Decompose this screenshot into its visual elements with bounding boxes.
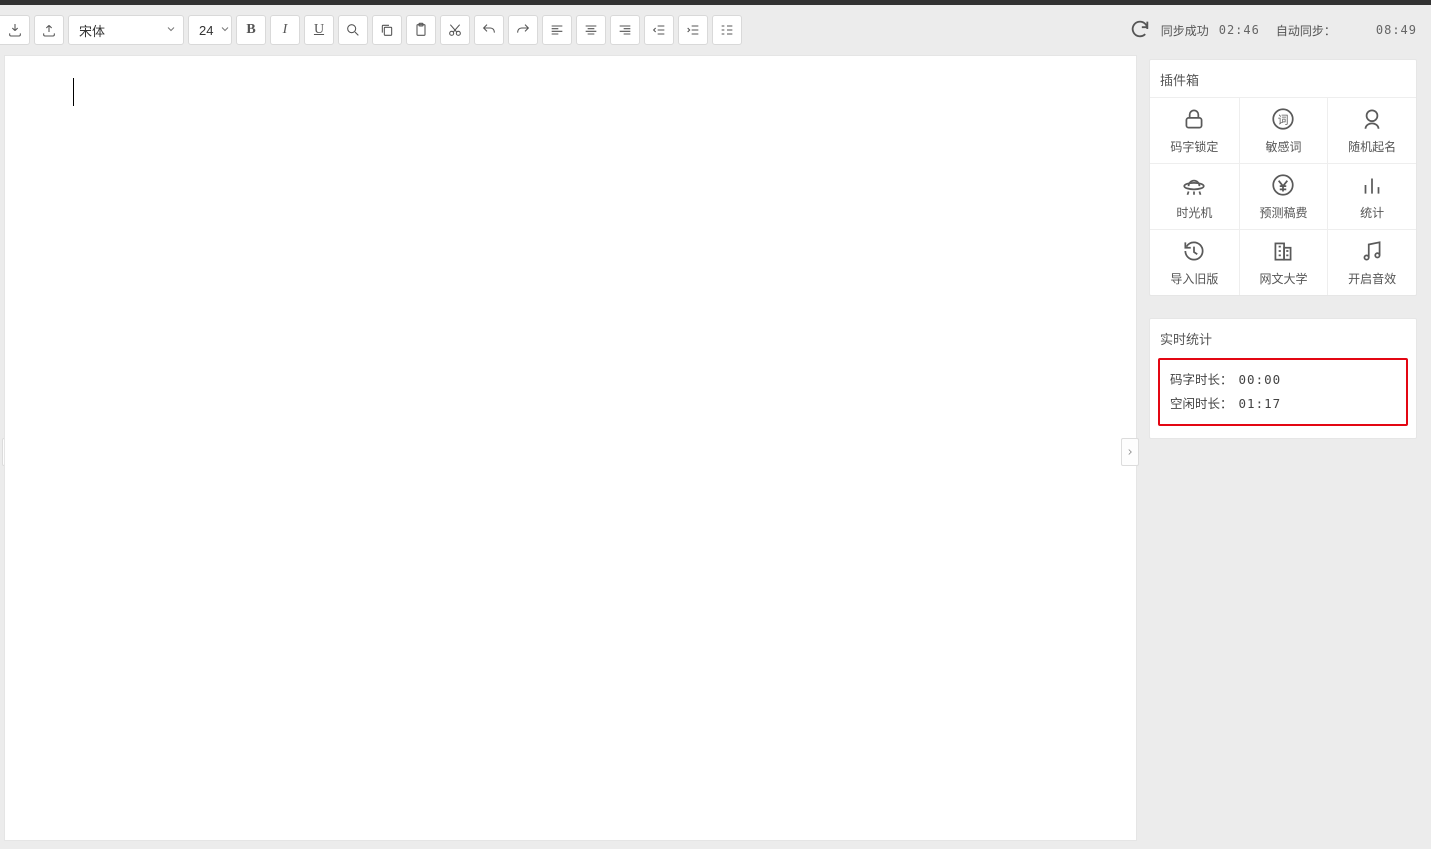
- idle-time-row: 空闲时长： 01:17: [1170, 392, 1396, 416]
- typing-time-row: 码字时长： 00:00: [1170, 368, 1396, 392]
- toolbar: 宋体 24 B I U 同步成功 02:46 自动同步： 08:49: [0, 5, 1431, 55]
- chevron-down-icon: [219, 23, 231, 38]
- bold-button[interactable]: B: [236, 15, 266, 45]
- plugin-time-machine[interactable]: 时光机: [1150, 163, 1239, 229]
- indent-increase-button[interactable]: [678, 15, 708, 45]
- font-family-value: 宋体: [79, 21, 105, 40]
- plugin-sensitive-words[interactable]: 词 敏感词: [1239, 97, 1328, 163]
- plugin-academy[interactable]: 网文大学: [1239, 229, 1328, 295]
- idle-time-label: 空闲时长：: [1170, 392, 1233, 416]
- plugin-label: 时光机: [1176, 204, 1212, 221]
- typing-time-label: 码字时长：: [1170, 368, 1233, 392]
- idle-time-value: 01:17: [1239, 392, 1282, 416]
- auto-sync-label: 自动同步：: [1276, 22, 1336, 39]
- plugin-label: 网文大学: [1259, 270, 1307, 287]
- line-spacing-button[interactable]: [712, 15, 742, 45]
- plugin-random-name[interactable]: 随机起名: [1327, 97, 1416, 163]
- align-right-button[interactable]: [610, 15, 640, 45]
- italic-button[interactable]: I: [270, 15, 300, 45]
- font-size-select[interactable]: 24: [188, 15, 232, 45]
- building-icon: [1270, 238, 1296, 264]
- export-button[interactable]: [34, 15, 64, 45]
- plugin-lock[interactable]: 码字锁定: [1150, 97, 1239, 163]
- font-size-value: 24: [199, 23, 213, 38]
- editor-column: [0, 55, 1141, 849]
- person-icon: [1359, 106, 1385, 132]
- history-icon: [1181, 238, 1207, 264]
- bar-chart-icon: [1359, 172, 1385, 198]
- plugin-label: 统计: [1360, 204, 1384, 221]
- paste-button[interactable]: [406, 15, 436, 45]
- yen-icon: [1270, 172, 1296, 198]
- font-family-select[interactable]: 宋体: [68, 15, 184, 45]
- text-cursor: [73, 78, 74, 106]
- plugin-import-old[interactable]: 导入旧版: [1150, 229, 1239, 295]
- right-sidebar: 插件箱 码字锁定 词 敏感词 随机起名 时光机: [1141, 55, 1431, 849]
- sync-time: 02:46: [1219, 23, 1260, 37]
- clock: 08:49: [1376, 23, 1417, 37]
- cut-button[interactable]: [440, 15, 470, 45]
- toolbar-right: 同步成功 02:46 自动同步： 08:49: [1129, 18, 1417, 43]
- live-stats-panel: 实时统计 码字时长： 00:00 空闲时长： 01:17: [1149, 318, 1417, 439]
- live-stats-highlight: 码字时长： 00:00 空闲时长： 01:17: [1158, 358, 1408, 426]
- plugin-sound[interactable]: 开启音效: [1327, 229, 1416, 295]
- word-icon: 词: [1270, 106, 1296, 132]
- plugin-panel: 插件箱 码字锁定 词 敏感词 随机起名 时光机: [1149, 59, 1417, 296]
- copy-button[interactable]: [372, 15, 402, 45]
- sync-status-label: 同步成功: [1161, 22, 1209, 39]
- align-left-button[interactable]: [542, 15, 572, 45]
- undo-button[interactable]: [474, 15, 504, 45]
- plugin-fee-predict[interactable]: 预测稿费: [1239, 163, 1328, 229]
- plugin-label: 码字锁定: [1170, 138, 1218, 155]
- plugin-label: 敏感词: [1265, 138, 1301, 155]
- plugin-label: 导入旧版: [1170, 270, 1218, 287]
- plugin-statistics[interactable]: 统计: [1327, 163, 1416, 229]
- underline-button[interactable]: U: [304, 15, 334, 45]
- redo-button[interactable]: [508, 15, 538, 45]
- plugin-grid: 码字锁定 词 敏感词 随机起名 时光机 预测稿费: [1150, 97, 1416, 295]
- svg-text:词: 词: [1278, 113, 1289, 126]
- chevron-down-icon: [165, 23, 177, 38]
- plugin-label: 随机起名: [1348, 138, 1396, 155]
- music-icon: [1359, 238, 1385, 264]
- lock-icon: [1181, 106, 1207, 132]
- find-button[interactable]: [338, 15, 368, 45]
- plugin-label: 开启音效: [1348, 270, 1396, 287]
- ufo-icon: [1181, 172, 1207, 198]
- indent-decrease-button[interactable]: [644, 15, 674, 45]
- next-chapter-button[interactable]: [1121, 438, 1139, 466]
- plugin-label: 预测稿费: [1259, 204, 1307, 221]
- typing-time-value: 00:00: [1239, 368, 1282, 392]
- live-stats-title: 实时统计: [1150, 319, 1416, 356]
- toolbar-left: 宋体 24 B I U: [0, 5, 742, 55]
- align-center-button[interactable]: [576, 15, 606, 45]
- import-button[interactable]: [0, 15, 30, 45]
- plugin-panel-title: 插件箱: [1150, 60, 1416, 97]
- editor-canvas[interactable]: [4, 55, 1137, 841]
- main-area: 插件箱 码字锁定 词 敏感词 随机起名 时光机: [0, 55, 1431, 849]
- sync-icon[interactable]: [1129, 18, 1151, 43]
